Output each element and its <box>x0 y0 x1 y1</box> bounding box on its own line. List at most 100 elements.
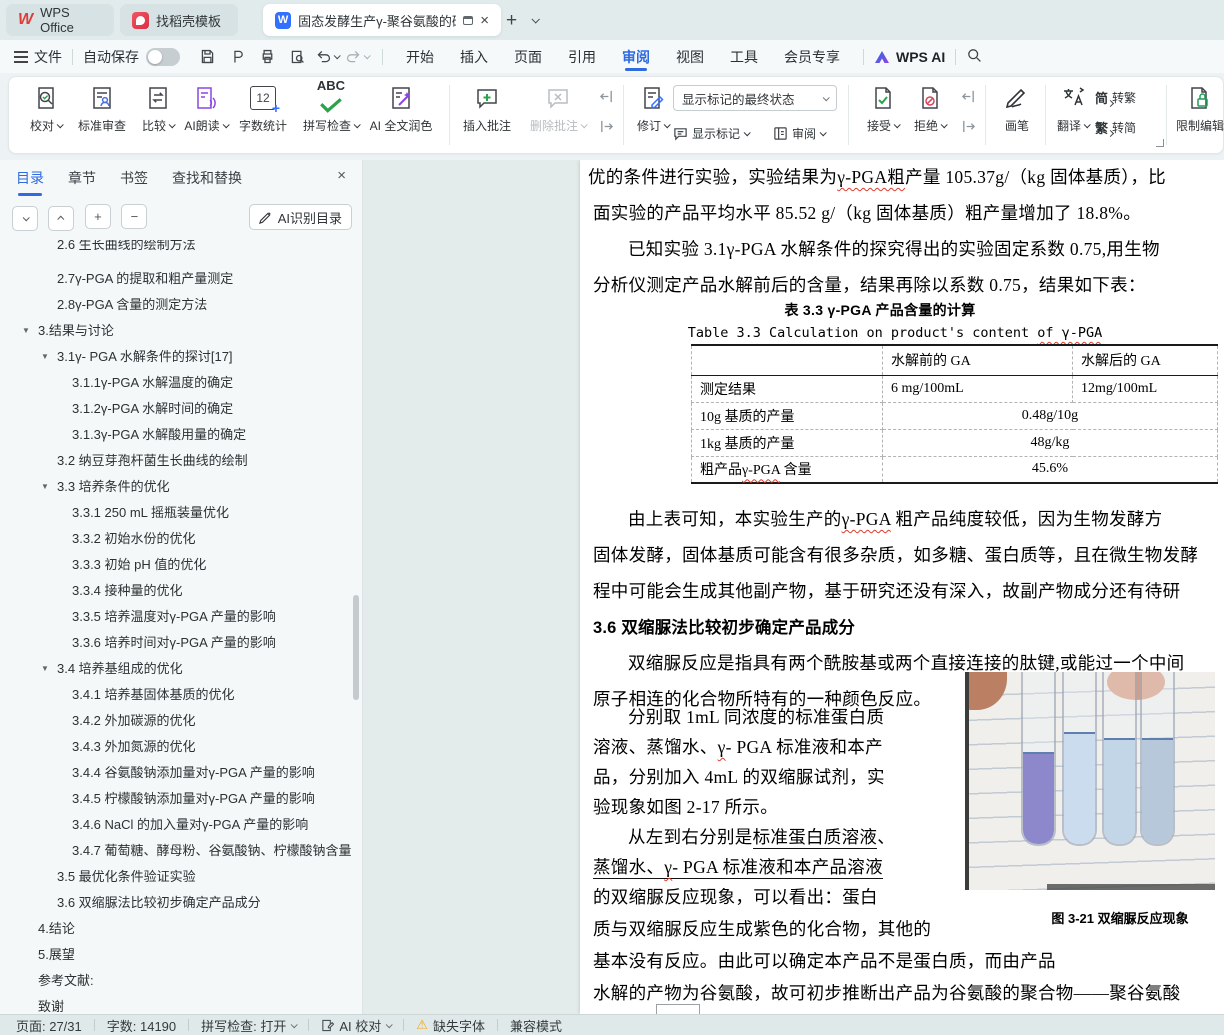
toc-item[interactable]: 3.4.2 外加碳源的优化 <box>0 708 356 734</box>
word-count-indicator[interactable]: 字数: 14190 <box>107 1016 176 1035</box>
draw-button[interactable]: 画笔 <box>993 83 1041 134</box>
toc-item[interactable]: 3.4.5 柠檬酸钠添加量对γ-PGA 产量的影响 <box>0 786 356 812</box>
triangle-down-icon[interactable]: ▼ <box>22 318 30 344</box>
traditional-to-simplified-button[interactable]: 繁 转简 <box>1095 115 1136 139</box>
toc-item[interactable]: 3.3.5 培养温度对γ-PGA 产量的影响 <box>0 604 356 630</box>
simplified-to-traditional-button[interactable]: 简 转繁 <box>1095 85 1136 109</box>
toc-item[interactable]: 参考文献: <box>0 968 356 994</box>
tab-view[interactable]: 视图 <box>663 40 717 73</box>
next-comment-icon[interactable] <box>597 117 615 135</box>
ai-proofread-status[interactable]: AI 校对 <box>321 1016 394 1035</box>
toc-item[interactable]: 3.4.7 葡萄糖、酵母粉、谷氨酸钠、柠檬酸钠含量 ... <box>0 838 356 864</box>
tab-reference[interactable]: 引用 <box>555 40 609 73</box>
ai-recognize-toc-button[interactable]: AI识别目录 <box>248 204 352 230</box>
section-heading: 3.6 双缩脲法比较初步确定产品成分 <box>593 619 856 637</box>
zoom-in-button[interactable]: + <box>84 204 111 229</box>
toc-item[interactable]: 2.7γ-PGA 的提取和粗产量测定 <box>0 266 356 292</box>
triangle-down-icon[interactable]: ▼ <box>41 344 49 370</box>
document-page[interactable]: 优的条件进行实验，实验结果为γ-PGA粗产量 105.37g/（kg 固体基质）… <box>580 160 1224 1014</box>
page-indicator[interactable]: 页面: 27/31 <box>16 1016 82 1035</box>
collapse-all-button[interactable] <box>48 206 75 231</box>
toc-item[interactable]: 3.4.4 谷氨酸钠添加量对γ-PGA 产量的影响 <box>0 760 356 786</box>
toc-item[interactable]: 2.6 生长曲线的绘制方法 <box>0 240 356 266</box>
new-tab-button[interactable]: + <box>506 4 526 36</box>
print-preview-icon[interactable] <box>282 45 312 69</box>
triangle-down-icon[interactable]: ▼ <box>41 656 49 682</box>
sidebar-tab-find-replace[interactable]: 查找和替换 <box>172 168 242 194</box>
tab-wps-office[interactable]: W WPS Office <box>6 4 114 36</box>
spell-check-button[interactable]: ABC 拼写检查 <box>299 79 363 134</box>
toc-item[interactable]: 3.3.6 培养时间对γ-PGA 产量的影响 <box>0 630 356 656</box>
next-change-icon[interactable] <box>959 117 977 135</box>
previous-change-icon[interactable] <box>959 87 977 105</box>
save-icon[interactable] <box>192 45 222 69</box>
file-menu[interactable]: 文件 <box>14 47 62 67</box>
tab-window-icon[interactable] <box>462 15 474 25</box>
toc-item[interactable]: ▼ 3.1γ- PGA 水解条件的探讨[17] <box>0 344 356 370</box>
accept-button[interactable]: 接受 <box>858 83 908 134</box>
review-pane-button[interactable]: 审阅 <box>773 121 827 145</box>
tab-home[interactable]: 开始 <box>393 40 447 73</box>
sidebar-close-icon[interactable]: × <box>337 167 346 184</box>
tab-membership[interactable]: 会员专享 <box>771 40 853 73</box>
toc-item[interactable]: 3.3.3 初始 pH 值的优化 <box>0 552 356 578</box>
toc-item[interactable]: 5.展望 <box>0 942 356 968</box>
tab-insert[interactable]: 插入 <box>447 40 501 73</box>
wps-ai-button[interactable]: WPS AI <box>874 49 945 65</box>
ai-read-aloud-button[interactable]: AI朗读 <box>174 83 238 134</box>
toc-item[interactable]: ▼ 3.3 培养条件的优化 <box>0 474 356 500</box>
toc-item[interactable]: 3.4.6 NaCl 的加入量对γ-PGA 产量的影响 <box>0 812 356 838</box>
toc-item[interactable]: 3.3.1 250 mL 摇瓶装量优化 <box>0 500 356 526</box>
toc-item[interactable]: 3.4.1 培养基固体基质的优化 <box>0 682 356 708</box>
markup-state-select[interactable]: 显示标记的最终状态 <box>673 85 837 111</box>
toc-item[interactable]: 3.1.2γ-PGA 水解时间的确定 <box>0 396 356 422</box>
expand-all-button[interactable] <box>12 206 38 231</box>
toc-item[interactable]: ▼ 3.结果与讨论 <box>0 318 356 344</box>
sidebar-tab-chapters[interactable]: 章节 <box>68 168 96 194</box>
toc-item[interactable]: 3.1.1γ-PGA 水解温度的确定 <box>0 370 356 396</box>
tab-list-dropdown[interactable] <box>531 4 550 36</box>
tab-page[interactable]: 页面 <box>501 40 555 73</box>
toc-item[interactable]: 3.4.3 外加氮源的优化 <box>0 734 356 760</box>
proofread-button[interactable]: 校对 <box>14 83 78 134</box>
toc-item[interactable]: 3.5 最优化条件验证实验 <box>0 864 356 890</box>
standard-review-button[interactable]: 标准审查 <box>70 83 134 134</box>
print-icon[interactable] <box>252 45 282 69</box>
toc-item[interactable]: 3.2 纳豆芽孢杆菌生长曲线的绘制 <box>0 448 356 474</box>
insert-comment-button[interactable]: 插入批注 <box>455 83 519 134</box>
sidebar-scrollbar[interactable] <box>353 595 359 700</box>
tab-document[interactable]: W 固态发酵生产γ-聚谷氨酸的研 × <box>263 4 501 36</box>
export-pdf-icon[interactable] <box>222 45 252 69</box>
toc-item[interactable]: ▼ 3.4 培养基组成的优化 <box>0 656 356 682</box>
restrict-edit-button[interactable]: 限制编辑 <box>1172 83 1224 134</box>
show-markup-button[interactable]: 显示标记 <box>673 121 751 145</box>
reject-button[interactable]: 拒绝 <box>905 83 955 134</box>
search-icon[interactable] <box>966 47 982 66</box>
toc-item[interactable]: 2.8γ-PGA 含量的测定方法 <box>0 292 356 318</box>
sidebar-tab-toc[interactable]: 目录 <box>16 168 44 196</box>
missing-font-warning[interactable]: ⚠ 缺失字体 <box>416 1016 485 1035</box>
triangle-down-icon[interactable]: ▼ <box>41 474 49 500</box>
previous-comment-icon[interactable] <box>597 87 615 105</box>
compat-mode-indicator[interactable]: 兼容模式 <box>510 1016 562 1035</box>
translate-button[interactable]: 翻译 <box>1049 83 1097 134</box>
tab-template[interactable]: 找稻壳模板 <box>120 4 238 36</box>
tab-close-icon[interactable]: × <box>480 13 489 28</box>
group-expand-icon[interactable] <box>1156 139 1164 147</box>
spell-check-status[interactable]: 拼写检查: 打开 <box>201 1016 299 1035</box>
toc-item[interactable]: 3.1.3γ-PGA 水解酸用量的确定 <box>0 422 356 448</box>
word-count-button[interactable]: 12 + 字数统计 <box>231 83 295 134</box>
toc-item[interactable]: 3.6 双缩脲法比较初步确定产品成分 <box>0 890 356 916</box>
undo-button[interactable] <box>312 45 342 69</box>
tab-review[interactable]: 审阅 <box>609 40 663 73</box>
redo-button[interactable] <box>342 45 372 69</box>
autosave-toggle[interactable] <box>146 47 180 66</box>
zoom-out-button[interactable]: − <box>121 204 148 229</box>
toc-item[interactable]: 3.3.2 初始水份的优化 <box>0 526 356 552</box>
toc-item[interactable]: 4.结论 <box>0 916 356 942</box>
toc-item[interactable]: 致谢 <box>0 994 356 1014</box>
tab-tools[interactable]: 工具 <box>717 40 771 73</box>
toc-item[interactable]: 3.3.4 接种量的优化 <box>0 578 356 604</box>
ai-polish-button[interactable]: AI 全文润色 <box>361 83 441 134</box>
sidebar-tab-bookmarks[interactable]: 书签 <box>120 168 148 194</box>
